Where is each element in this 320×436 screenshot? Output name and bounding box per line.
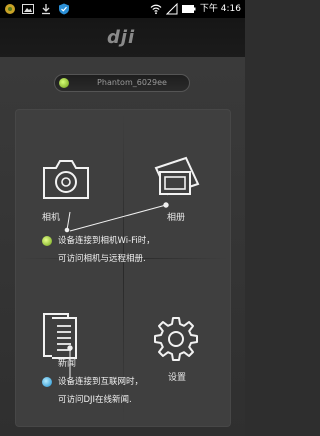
battery-icon bbox=[182, 5, 196, 13]
gear-icon bbox=[154, 317, 198, 361]
settings-tile[interactable]: 设置 bbox=[124, 260, 228, 424]
camera-icon bbox=[43, 160, 89, 199]
download-icon bbox=[42, 4, 50, 15]
image-icon bbox=[22, 4, 34, 14]
status-time: 下午 4:16 bbox=[199, 4, 241, 14]
internet-tip-line2: 可访问DJI在线新闻. bbox=[58, 395, 132, 405]
shield-icon bbox=[59, 3, 69, 15]
news-label: 新闻 bbox=[58, 359, 77, 369]
notification-icon bbox=[5, 4, 15, 14]
dji-logo: dji bbox=[107, 27, 136, 48]
internet-tip-line1: 设备连接到互联网时， bbox=[58, 377, 144, 387]
connection-status-indicator bbox=[59, 78, 69, 88]
wifi-tip-indicator bbox=[42, 236, 52, 246]
album-label: 相册 bbox=[167, 213, 186, 223]
camera-label: 相机 bbox=[42, 213, 61, 223]
wifi-icon bbox=[150, 4, 162, 15]
signal-icon bbox=[166, 3, 178, 15]
device-name: Phantom_6029ee bbox=[97, 78, 167, 87]
status-bar: 下午 4:16 bbox=[0, 0, 245, 18]
internet-tip-indicator bbox=[42, 377, 52, 387]
device-connection-pill[interactable]: Phantom_6029ee bbox=[54, 74, 190, 92]
news-document-icon bbox=[43, 313, 77, 359]
settings-label: 设置 bbox=[168, 373, 187, 383]
wifi-tip-line1: 设备连接到相机Wi-Fi时， bbox=[58, 236, 155, 246]
photo-album-icon bbox=[154, 156, 200, 196]
wifi-tip-line2: 可访问相机与远程相册. bbox=[58, 254, 146, 264]
